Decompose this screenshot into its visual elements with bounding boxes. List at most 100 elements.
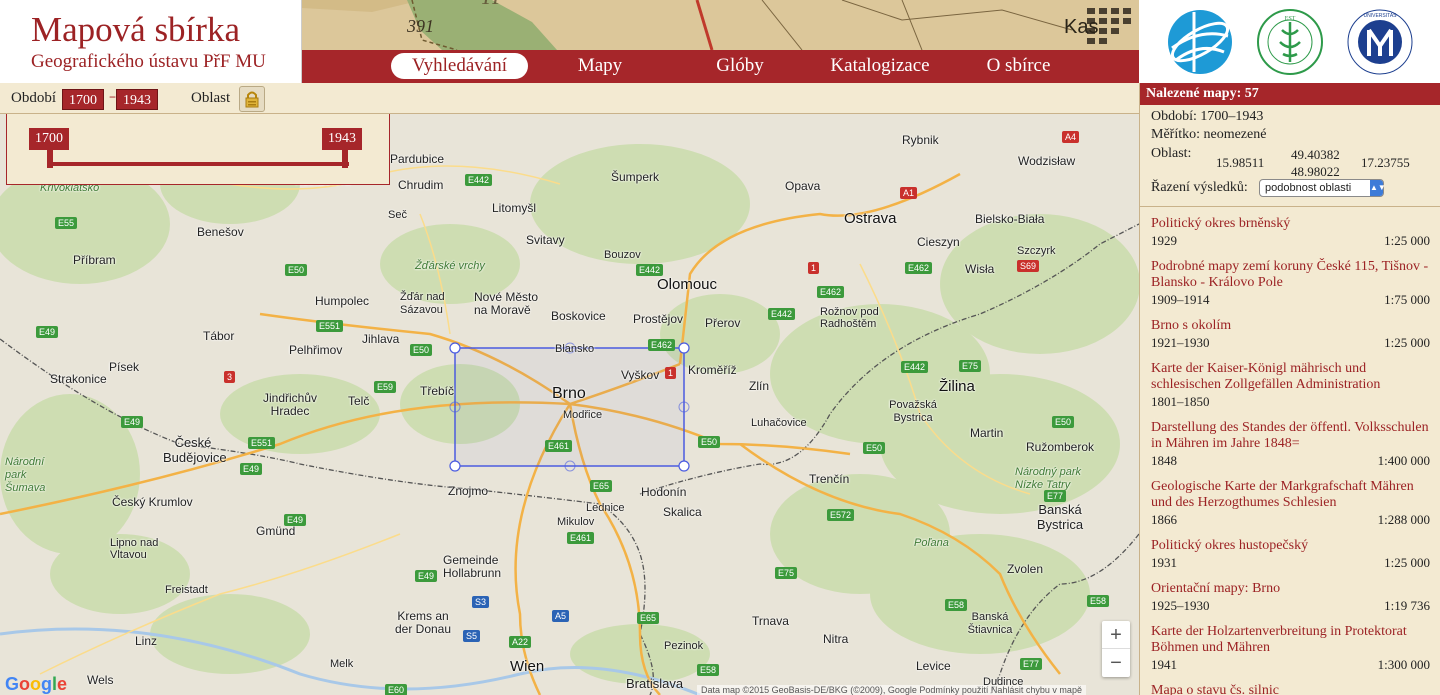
slider-max-handle[interactable] — [342, 150, 348, 168]
result-title-link[interactable]: Karte der Kaiser-Königl mährisch und sch… — [1151, 361, 1430, 393]
site-logo[interactable]: Mapová sbírka Geografického ústavu PřF M… — [0, 0, 302, 83]
road-shield: E77 — [1044, 490, 1067, 502]
header: Mapová sbírka Geografického ústavu PřF M… — [0, 0, 1440, 83]
period-from-chip[interactable]: 1700 — [62, 89, 104, 110]
place-label: Písek — [109, 360, 140, 374]
place-label: Seč — [388, 209, 407, 221]
university-logos: EST UNIVERSITAS — [1139, 0, 1440, 83]
result-meta: 1921–1930 1:25 000 — [1151, 334, 1430, 352]
result-title-link[interactable]: Podrobné mapy zemí koruny České 115, Tiš… — [1151, 259, 1430, 291]
road-shield: E58 — [945, 599, 968, 611]
slider-min-label: 1700 — [29, 128, 69, 150]
sort-label: Řazení výsledků: — [1151, 180, 1248, 195]
result-title-link[interactable]: Brno s okolím — [1151, 318, 1430, 334]
coord-north: 49.40382 — [1291, 147, 1340, 162]
result-year: 1848 — [1151, 453, 1177, 468]
road-shield: E50 — [1052, 416, 1075, 428]
result-title-link[interactable]: Politický okres brněnský — [1151, 216, 1430, 232]
place-label: Vyškov — [621, 368, 660, 382]
result-title-link[interactable]: Mapa o stavu čs. silnic — [1151, 683, 1430, 695]
road-shield: 1 — [665, 367, 677, 379]
place-label: České Budějovice — [163, 435, 227, 465]
result-item[interactable]: Politický okres brněnský 1929 1:25 000 — [1140, 207, 1440, 250]
place-label: Bielsko-Biała — [975, 212, 1045, 226]
faculty-of-science-logo[interactable]: EST — [1256, 8, 1324, 76]
google-logo[interactable]: Google — [5, 674, 67, 695]
result-item[interactable]: Mapa o stavu čs. silnic — [1140, 674, 1440, 695]
result-item[interactable]: Politický okres hustopečský 1931 1:25 000 — [1140, 529, 1440, 572]
result-item[interactable]: Brno s okolím 1921–1930 1:25 000 — [1140, 309, 1440, 352]
chevron-updown-icon: ▲▼ — [1370, 180, 1386, 196]
place-label: Lednice — [586, 502, 625, 514]
slider-min-handle[interactable] — [47, 150, 53, 168]
svg-text:UNIVERSITAS: UNIVERSITAS — [1364, 13, 1398, 19]
place-label: Pardubice — [390, 152, 445, 166]
result-scale: 1:25 000 — [1384, 233, 1430, 248]
road-shield: E50 — [410, 344, 433, 356]
result-item[interactable]: Orientační mapy: Brno 1925–1930 1:19 736 — [1140, 572, 1440, 615]
result-item[interactable]: Darstellung des Standes der öffentl. Vol… — [1140, 411, 1440, 470]
result-item[interactable]: Geologische Karte der Markgrafschaft Mäh… — [1140, 470, 1440, 529]
place-label: Jihlava — [362, 332, 400, 346]
svg-text:EST: EST — [1285, 16, 1296, 22]
tab-search[interactable]: Vyhledávání — [391, 53, 528, 79]
banner-label-a: 391 — [407, 16, 434, 36]
place-label: Příbram — [73, 253, 116, 267]
result-scale: 1:400 000 — [1377, 453, 1430, 468]
result-title-link[interactable]: Orientační mapy: Brno — [1151, 581, 1430, 597]
sort-select[interactable]: podobnost oblasti ▲▼ — [1259, 179, 1386, 197]
result-meta: 1801–1850 — [1151, 393, 1430, 411]
road-shield: E442 — [901, 361, 929, 373]
map-base-layer — [0, 114, 1139, 695]
header-banner-map-image: YP 391 Kas — [302, 0, 1139, 50]
zoom-out-button[interactable]: − — [1102, 649, 1130, 677]
place-label: Rožnov pod Radhoštěm — [820, 306, 879, 330]
zoom-in-button[interactable]: + — [1102, 621, 1130, 649]
result-scale: 1:19 736 — [1384, 598, 1430, 613]
place-label: Pezinok — [664, 640, 704, 652]
period-slider-track[interactable] — [49, 162, 349, 166]
result-title-link[interactable]: Geologische Karte der Markgrafschaft Mäh… — [1151, 479, 1430, 511]
road-shield: E461 — [545, 440, 573, 452]
tab-maps[interactable]: Mapy — [560, 53, 640, 79]
road-shield: E75 — [959, 360, 982, 372]
area-lock-button[interactable] — [239, 86, 265, 112]
result-title-link[interactable]: Darstellung des Standes der öffentl. Vol… — [1151, 420, 1430, 452]
results-list: Politický okres brněnský 1929 1:25 000 Podr… — [1140, 207, 1440, 695]
masaryk-university-logo[interactable]: UNIVERSITAS — [1346, 8, 1414, 76]
place-label: Český Krumlov — [112, 495, 193, 509]
coord-east: 17.23755 — [1361, 155, 1410, 170]
place-label: Zvolen — [1007, 562, 1044, 576]
map-attribution[interactable]: Data map ©2015 GeoBasis-DE/BKG (©2009), … — [697, 685, 1086, 695]
place-label: Chrudim — [398, 178, 444, 192]
place-label: Žďár nad Sázavou — [400, 291, 445, 316]
road-shield: E462 — [905, 262, 933, 274]
place-label: Šumperk — [611, 170, 660, 184]
road-shield: E462 — [817, 286, 845, 298]
place-label: Luhačovice — [751, 417, 807, 429]
tab-globes[interactable]: Glóby — [702, 53, 778, 79]
place-label: Litomyšl — [492, 201, 537, 215]
place-label: Rybnik — [902, 133, 939, 147]
result-meta: 1931 1:25 000 — [1151, 554, 1430, 572]
period-to-chip[interactable]: 1943 — [116, 89, 158, 110]
result-year: 1941 — [1151, 657, 1177, 672]
map-canvas[interactable]: Pardubice Chrudim Kutná Hora Krivoklatsk… — [0, 114, 1139, 695]
place-label: Banská Bystrica — [1036, 502, 1084, 532]
period-label: Období — [11, 90, 56, 106]
result-item[interactable]: Podrobné mapy zemí koruny České 115, Tiš… — [1140, 250, 1440, 309]
place-label: Linz — [135, 634, 158, 648]
tab-about[interactable]: O sbírce — [982, 53, 1055, 79]
road-shield: E442 — [636, 264, 664, 276]
result-title-link[interactable]: Politický okres hustopečský — [1151, 538, 1430, 554]
result-title-link[interactable]: Karte der Holzartenverbreitung in Protek… — [1151, 624, 1430, 656]
result-item[interactable]: Karte der Kaiser-Königl mährisch und sch… — [1140, 352, 1440, 411]
result-item[interactable]: Karte der Holzartenverbreitung in Protek… — [1140, 615, 1440, 674]
tab-cataloguing[interactable]: Katalogizace — [822, 53, 938, 79]
road-shield: E49 — [36, 326, 59, 338]
place-label: Humpolec — [315, 294, 370, 308]
geography-institute-logo[interactable] — [1166, 8, 1234, 76]
place-label: Třebíč — [420, 384, 455, 398]
place-label: Blansko — [555, 343, 595, 355]
place-label: Ostrava — [844, 210, 897, 227]
